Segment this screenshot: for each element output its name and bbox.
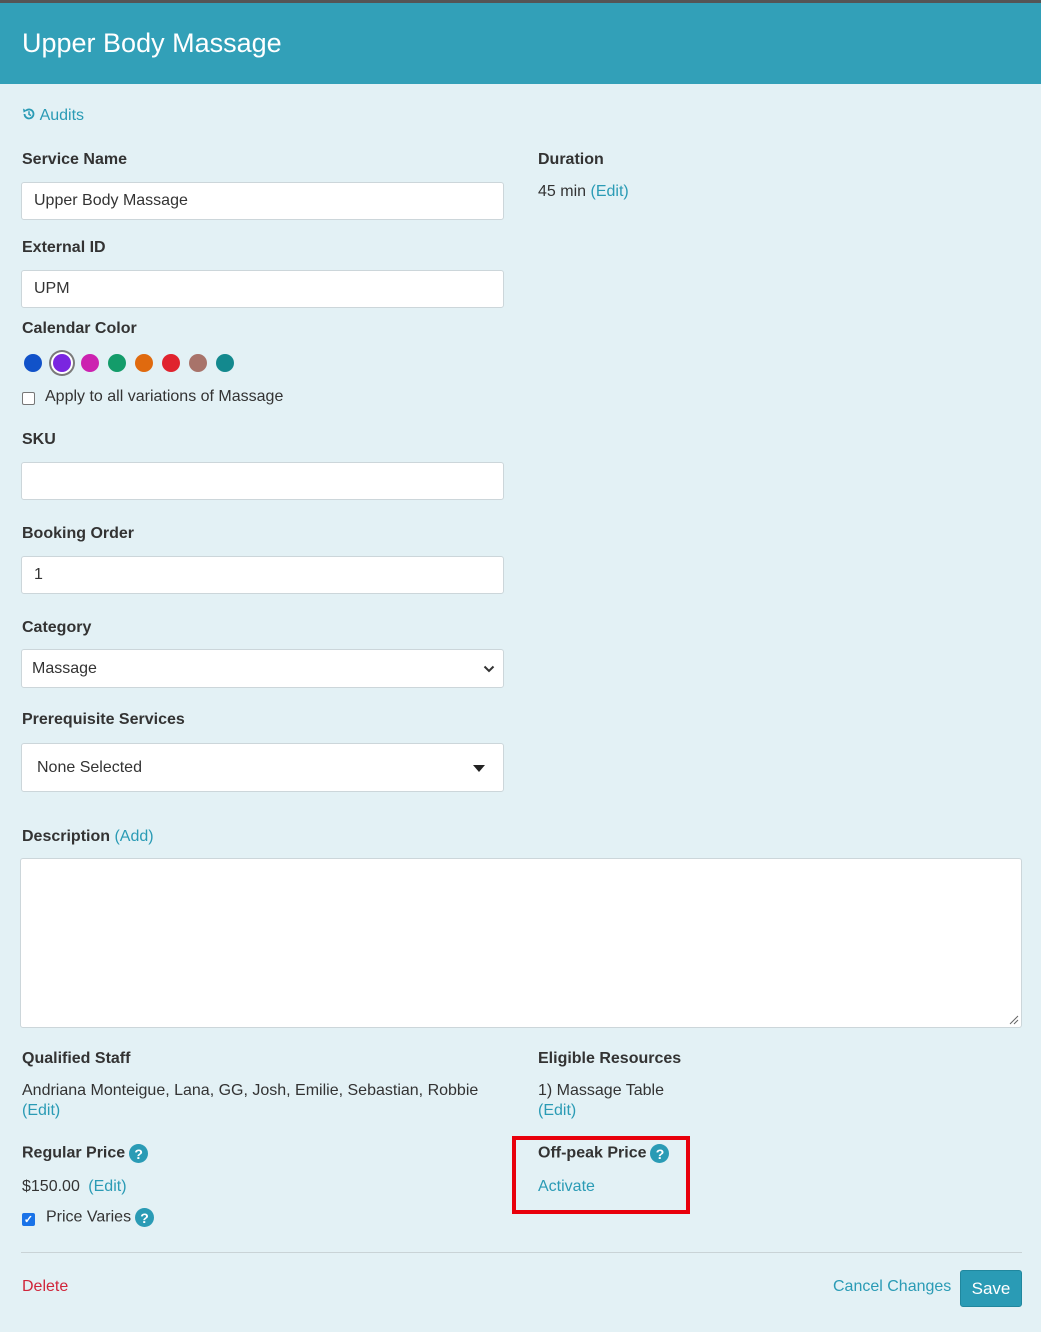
description-textarea[interactable] xyxy=(20,858,1022,1028)
regular-price-value: $150.00 xyxy=(22,1178,80,1195)
sku-label: SKU xyxy=(22,431,56,448)
page-title: Upper Body Massage xyxy=(22,28,282,58)
color-swatch[interactable] xyxy=(162,354,180,372)
apply-all-checkbox[interactable] xyxy=(22,392,35,405)
qualified-staff-edit-link[interactable]: (Edit) xyxy=(22,1102,60,1120)
service-form: Audits Service Name Upper Body Massage D… xyxy=(0,84,1041,1332)
audits-link[interactable]: Audits xyxy=(22,107,84,125)
save-button[interactable]: Save xyxy=(960,1270,1022,1307)
description-label: Description xyxy=(22,828,111,845)
category-selected-value: Massage xyxy=(32,659,97,677)
color-swatch[interactable] xyxy=(216,354,234,372)
external-id-label: External ID xyxy=(22,239,106,256)
description-label-row: Description (Add) xyxy=(22,828,154,846)
regular-price-row: $150.00 (Edit) xyxy=(22,1178,127,1196)
page-header: Upper Body Massage xyxy=(0,3,1041,84)
eligible-resources-value: 1) Massage Table xyxy=(538,1082,664,1099)
color-swatch[interactable] xyxy=(81,354,99,372)
eligible-resources-edit-link[interactable]: (Edit) xyxy=(538,1102,576,1120)
prerequisite-select[interactable]: None Selected xyxy=(21,743,504,792)
price-varies-row: Price Varies? xyxy=(46,1208,155,1227)
caret-down-icon xyxy=(473,765,485,772)
history-icon xyxy=(23,108,35,120)
footer-divider xyxy=(21,1252,1022,1253)
qualified-staff-value: Andriana Monteigue, Lana, GG, Josh, Emil… xyxy=(22,1082,479,1099)
cancel-changes-link[interactable]: Cancel Changes xyxy=(833,1278,951,1296)
description-add-link[interactable]: (Add) xyxy=(114,828,153,845)
price-varies-label: Price Varies xyxy=(46,1208,132,1226)
service-name-label: Service Name xyxy=(22,151,127,168)
chevron-down-icon xyxy=(483,665,495,673)
regular-price-edit-link[interactable]: (Edit) xyxy=(88,1178,126,1195)
external-id-input[interactable]: UPM xyxy=(21,270,504,308)
price-varies-checkbox[interactable]: ✓ xyxy=(22,1213,35,1226)
color-swatch[interactable] xyxy=(135,354,153,372)
color-swatch[interactable] xyxy=(108,354,126,372)
help-icon[interactable]: ? xyxy=(129,1144,149,1163)
duration-label: Duration xyxy=(538,151,604,168)
highlight-box xyxy=(512,1136,690,1214)
qualified-staff-label: Qualified Staff xyxy=(22,1050,131,1067)
delete-link[interactable]: Delete xyxy=(22,1278,68,1296)
calendar-color-label: Calendar Color xyxy=(22,320,137,337)
duration-edit-link[interactable]: (Edit) xyxy=(590,183,628,200)
prerequisite-selected-value: None Selected xyxy=(37,758,142,776)
resize-handle-icon[interactable] xyxy=(1009,1015,1019,1025)
regular-price-label-row: Regular Price? xyxy=(22,1144,149,1163)
audits-label: Audits xyxy=(39,107,85,124)
service-name-input[interactable]: Upper Body Massage xyxy=(21,182,504,220)
category-label: Category xyxy=(22,619,92,636)
apply-all-label: Apply to all variations of Massage xyxy=(45,388,284,405)
duration-row: 45 min (Edit) xyxy=(538,183,629,201)
color-swatch[interactable] xyxy=(189,354,207,372)
color-swatch[interactable] xyxy=(24,354,42,372)
duration-value: 45 min xyxy=(538,183,587,200)
booking-order-label: Booking Order xyxy=(22,525,135,542)
booking-order-input[interactable]: 1 xyxy=(21,556,504,594)
help-icon[interactable]: ? xyxy=(135,1208,155,1227)
prerequisite-label: Prerequisite Services xyxy=(22,711,185,728)
color-swatch[interactable] xyxy=(53,354,71,372)
sku-input[interactable] xyxy=(21,462,504,500)
category-select[interactable]: Massage xyxy=(21,649,504,688)
regular-price-label: Regular Price xyxy=(22,1144,126,1162)
eligible-resources-label: Eligible Resources xyxy=(538,1050,682,1067)
